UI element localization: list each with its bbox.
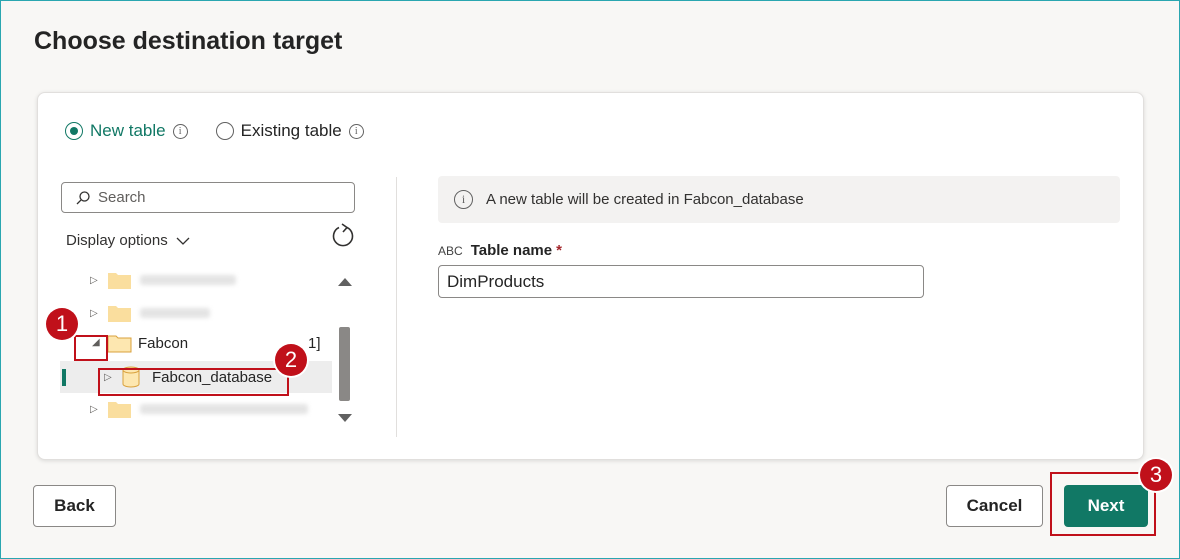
tree-item-label: Fabcon xyxy=(138,334,189,352)
tree-item-count: 1] xyxy=(308,334,321,352)
info-icon: i xyxy=(454,190,473,209)
new-table-radio[interactable] xyxy=(65,122,83,140)
folder-icon xyxy=(108,273,131,289)
tree-item[interactable]: ▷ xyxy=(60,394,338,424)
scroll-down-arrow-icon[interactable] xyxy=(338,414,352,422)
callout-box-2 xyxy=(98,368,289,396)
table-name-label-text: Table name xyxy=(470,242,553,259)
existing-table-info-icon[interactable]: i xyxy=(348,123,364,139)
dialog-title: Choose destination target xyxy=(34,27,343,55)
folder-icon xyxy=(107,335,132,353)
refresh-icon[interactable] xyxy=(330,223,356,249)
tree-item[interactable]: ▷ xyxy=(60,298,338,328)
info-message: A new table will be created in Fabcon_da… xyxy=(486,191,804,208)
destination-card: New table i Existing table i Search Disp… xyxy=(37,92,1144,460)
folder-icon xyxy=(108,306,131,322)
display-options-label: Display options xyxy=(66,232,168,249)
chevron-right-icon[interactable]: ▷ xyxy=(90,308,98,319)
callout-marker-2: 2 xyxy=(275,344,307,376)
redacted-label xyxy=(140,275,236,285)
display-options-dropdown[interactable]: Display options xyxy=(66,232,190,249)
scroll-thumb[interactable] xyxy=(339,327,350,401)
callout-box-3 xyxy=(1050,472,1156,536)
chevron-right-icon[interactable]: ▷ xyxy=(90,275,98,286)
search-placeholder: Search xyxy=(98,189,146,206)
tree-scrollbar[interactable] xyxy=(338,273,352,433)
redacted-label xyxy=(140,404,308,414)
cancel-button[interactable]: Cancel xyxy=(946,485,1043,527)
existing-table-label[interactable]: Existing table xyxy=(241,121,342,141)
search-icon xyxy=(76,190,90,204)
callout-marker-1: 1 xyxy=(46,308,78,340)
redacted-label xyxy=(140,308,210,318)
table-name-input[interactable] xyxy=(438,265,924,298)
existing-table-radio[interactable] xyxy=(215,122,234,140)
folder-icon xyxy=(108,402,131,418)
search-input[interactable]: Search xyxy=(61,182,355,213)
text-type-icon: ABC xyxy=(438,243,463,258)
new-table-info-icon[interactable]: i xyxy=(172,123,188,139)
back-button[interactable]: Back xyxy=(33,485,116,527)
scroll-up-arrow-icon[interactable] xyxy=(338,278,352,286)
table-mode-group: New table i Existing table i xyxy=(65,121,364,141)
chevron-right-icon[interactable]: ▷ xyxy=(90,404,98,415)
callout-box-1 xyxy=(74,335,108,361)
info-message-bar: i A new table will be created in Fabcon_… xyxy=(438,176,1120,223)
required-marker: * xyxy=(556,242,562,259)
chevron-down-icon xyxy=(176,237,190,245)
table-name-label: ABC Table name * xyxy=(438,242,562,259)
panel-divider xyxy=(396,177,397,437)
tree-item[interactable]: ▷ xyxy=(60,265,338,295)
callout-marker-3: 3 xyxy=(1140,459,1172,491)
new-table-label[interactable]: New table xyxy=(90,121,166,141)
